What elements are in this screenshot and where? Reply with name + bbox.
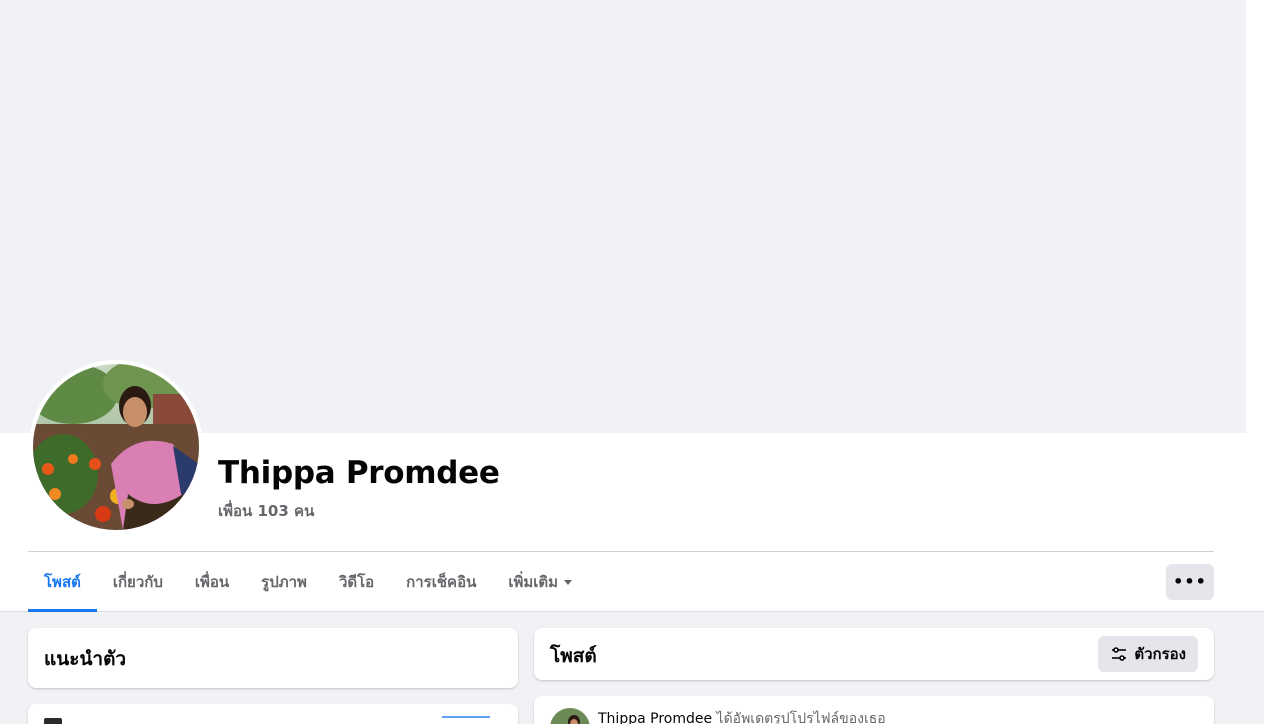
tab-more[interactable]: เพิ่มเติม: [492, 552, 588, 612]
tab-friends[interactable]: เพื่อน: [179, 552, 245, 612]
tab-about[interactable]: เกี่ยวกับ: [97, 552, 179, 612]
page-edge: [1246, 0, 1264, 433]
tab-posts[interactable]: โพสต์: [28, 552, 97, 612]
profile-photo: [33, 364, 199, 530]
tab-label: รูปภาพ: [261, 573, 307, 591]
photos-card: [28, 704, 518, 724]
tab-label: วิดีโอ: [338, 573, 375, 591]
posts-title: โพสต์: [550, 645, 597, 667]
ellipsis-icon: •••: [1173, 572, 1207, 591]
tab-label: เพื่อน: [194, 573, 230, 591]
post-avatar-photo: [550, 708, 590, 724]
post-author-avatar[interactable]: [550, 708, 590, 724]
filter-label: ตัวกรอง: [1134, 645, 1186, 663]
friend-count[interactable]: เพื่อน 103 คน: [218, 499, 314, 523]
more-options-button[interactable]: •••: [1166, 564, 1214, 600]
tab-checkins[interactable]: การเช็คอิน: [390, 552, 492, 612]
post-card: Thippa Promdee ได้อัพเดตรูปโปรไฟล์ของเธอ: [534, 696, 1214, 724]
card-title-stub: [44, 718, 62, 724]
post-header-line: Thippa Promdee ได้อัพเดตรูปโปรไฟล์ของเธอ: [598, 708, 886, 724]
intro-title: แนะนำตัว: [44, 648, 127, 670]
card-link-stub[interactable]: [442, 716, 490, 724]
tab-photos[interactable]: รูปภาพ: [245, 552, 323, 612]
profile-tabs: โพสต์ เกี่ยวกับ เพื่อน รูปภาพ วิดีโอ การ…: [28, 552, 588, 612]
profile-name: Thippa Promdee: [218, 455, 500, 491]
tab-label: เกี่ยวกับ: [112, 573, 163, 591]
profile-avatar[interactable]: [29, 360, 203, 534]
filter-icon: [1112, 647, 1127, 661]
cover-photo[interactable]: [0, 0, 1246, 433]
profile-page: Thippa Promdee เพื่อน 103 คน โพสต์ เกี่ย…: [0, 0, 1264, 724]
tab-videos[interactable]: วิดีโอ: [323, 552, 390, 612]
post-author-name[interactable]: Thippa Promdee: [598, 711, 712, 724]
filter-button[interactable]: ตัวกรอง: [1098, 636, 1198, 672]
intro-card: แนะนำตัว: [28, 628, 518, 688]
post-action-text: ได้อัพเดตรูปโปรไฟล์ของเธอ: [716, 711, 886, 724]
posts-header-card: โพสต์ ตัวกรอง: [534, 628, 1214, 680]
tab-label: การเช็คอิน: [406, 573, 477, 591]
tab-label: โพสต์: [44, 573, 81, 591]
tab-label: เพิ่มเติม: [508, 573, 559, 591]
caret-down-icon: [564, 579, 573, 585]
